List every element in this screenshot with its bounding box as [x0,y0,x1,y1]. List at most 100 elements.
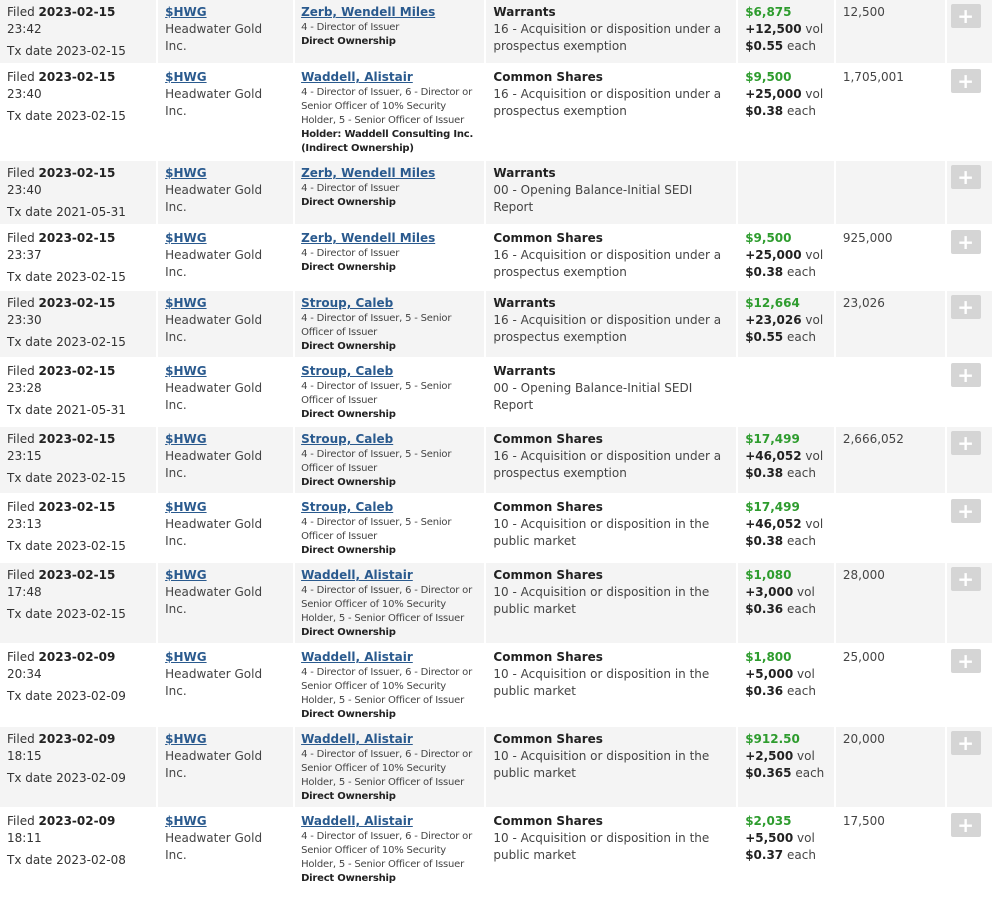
insider-name-link[interactable]: Stroup, Caleb [301,432,393,446]
add-button[interactable]: + [950,295,981,319]
ticker-link[interactable]: $HWG [165,166,206,180]
ticker-link[interactable]: $HWG [165,432,206,446]
issuer-name: Headwater Gold Inc. [165,381,263,412]
transaction-nature: 10 - Acquisition or disposition in the p… [493,749,710,780]
ticker-link[interactable]: $HWG [165,650,206,664]
insider-name-link[interactable]: Waddell, Alistair [301,650,413,664]
holdings-cell: 25,000 [835,645,945,725]
insider-name-link[interactable]: Waddell, Alistair [301,568,413,582]
issuer-cell: $HWG Headwater Gold Inc. [158,226,294,289]
issuer-cell: $HWG Headwater Gold Inc. [158,427,294,493]
volume-line: +25,000 vol [745,247,828,264]
ticker-link[interactable]: $HWG [165,5,206,19]
ticker-link[interactable]: $HWG [165,568,206,582]
each-label: each [786,534,816,548]
tx-date-line: Tx date 2021-05-31 [7,204,150,221]
ticker-link[interactable]: $HWG [165,70,206,84]
ticker-link[interactable]: $HWG [165,500,206,514]
add-button[interactable]: + [950,431,981,455]
insider-name-link[interactable]: Waddell, Alistair [301,814,413,828]
add-button[interactable]: + [950,813,981,837]
insider-relation: 4 - Director of Issuer, 6 - Director or … [301,831,472,870]
each-label: each [786,104,816,118]
filed-line: Filed 2023-02-15 23:40 [7,69,150,103]
add-button[interactable]: + [950,567,981,591]
ticker-link[interactable]: $HWG [165,732,206,746]
insider-relation: 4 - Director of Issuer, 5 - Senior Offic… [301,381,452,406]
price-line: $0.36 each [745,683,828,700]
filed-label: Filed [7,568,35,582]
ownership-type: Direct Ownership [301,36,396,47]
add-button[interactable]: + [950,4,981,28]
insider-name-link[interactable]: Zerb, Wendell Miles [301,166,435,180]
table-row: Filed 2023-02-15 23:15 Tx date 2023-02-1… [0,427,992,493]
insider-name-link[interactable]: Waddell, Alistair [301,70,413,84]
filed-line: Filed 2023-02-15 23:37 [7,230,150,264]
volume-line: +2,500 vol [745,748,828,765]
each-label: each [786,265,816,279]
add-button[interactable]: + [950,165,981,189]
transaction-value: $17,499 [745,432,800,446]
action-cell: + [946,359,992,425]
transaction-value: $12,664 [745,296,800,310]
table-row: Filed 2023-02-15 23:13 Tx date 2023-02-1… [0,495,992,561]
tx-date-line: Tx date 2023-02-15 [7,43,150,60]
transaction-nature: 16 - Acquisition or disposition under a … [493,449,722,480]
add-button[interactable]: + [950,499,981,523]
ticker-link[interactable]: $HWG [165,814,206,828]
security-cell: Warrants 00 - Opening Balance-Initial SE… [486,359,737,425]
insider-name-link[interactable]: Stroup, Caleb [301,364,393,378]
filed-time: 23:40 [7,87,42,101]
volume-label: vol [805,449,824,463]
volume-line: +23,026 vol [745,312,828,329]
add-button[interactable]: + [950,731,981,755]
add-button[interactable]: + [950,230,981,254]
price-line: $0.38 each [745,465,828,482]
add-button[interactable]: + [950,649,981,673]
plus-icon: + [957,731,974,755]
filed-time: 23:30 [7,313,42,327]
add-button[interactable]: + [950,69,981,93]
tx-date-line: Tx date 2023-02-15 [7,606,150,623]
holdings-value: 925,000 [842,231,893,245]
ticker-link[interactable]: $HWG [165,296,206,310]
price-line: $0.55 each [745,329,828,346]
insider-relation: 4 - Director of Issuer [301,183,400,194]
ticker-link[interactable]: $HWG [165,231,206,245]
filed-cell: Filed 2023-02-15 23:30 Tx date 2023-02-1… [0,291,157,357]
insider-name-link[interactable]: Zerb, Wendell Miles [301,5,435,19]
transaction-value: $1,080 [745,568,792,582]
security-type: Warrants [493,364,556,378]
action-cell: + [946,809,992,889]
insider-name-link[interactable]: Zerb, Wendell Miles [301,231,435,245]
volume: +12,500 [745,22,802,36]
insider-name-link[interactable]: Stroup, Caleb [301,500,393,514]
insider-cell: Zerb, Wendell Miles 4 - Director of Issu… [295,226,485,289]
filed-date: 2023-02-15 [38,500,116,514]
volume-line: +12,500 vol [745,21,828,38]
filed-label: Filed [7,500,35,514]
security-cell: Common Shares 16 - Acquisition or dispos… [486,226,737,289]
ticker-link[interactable]: $HWG [165,364,206,378]
holdings-value: 20,000 [842,732,885,746]
plus-icon: + [957,69,974,93]
transaction-value: $9,500 [745,70,792,84]
filed-label: Filed [7,432,35,446]
transaction-value: $17,499 [745,500,800,514]
price-line: $0.38 each [745,533,828,550]
filed-cell: Filed 2023-02-09 18:15 Tx date 2023-02-0… [0,727,157,807]
add-button[interactable]: + [950,363,981,387]
security-type: Warrants [493,166,556,180]
tx-date: 2023-02-15 [56,607,126,621]
price-line: $0.365 each [745,765,828,782]
volume-label: vol [797,831,815,845]
issuer-cell: $HWG Headwater Gold Inc. [158,291,294,357]
issuer-cell: $HWG Headwater Gold Inc. [158,0,294,63]
transaction-nature: 16 - Acquisition or disposition under a … [493,87,722,118]
insider-name-link[interactable]: Waddell, Alistair [301,732,413,746]
value-cell: $1,080 +3,000 vol $0.36 each [738,563,834,643]
filed-line: Filed 2023-02-15 23:28 [7,363,150,397]
insider-name-link[interactable]: Stroup, Caleb [301,296,393,310]
price-line: $0.38 each [745,103,828,120]
value-cell: $912.50 +2,500 vol $0.365 each [738,727,834,807]
